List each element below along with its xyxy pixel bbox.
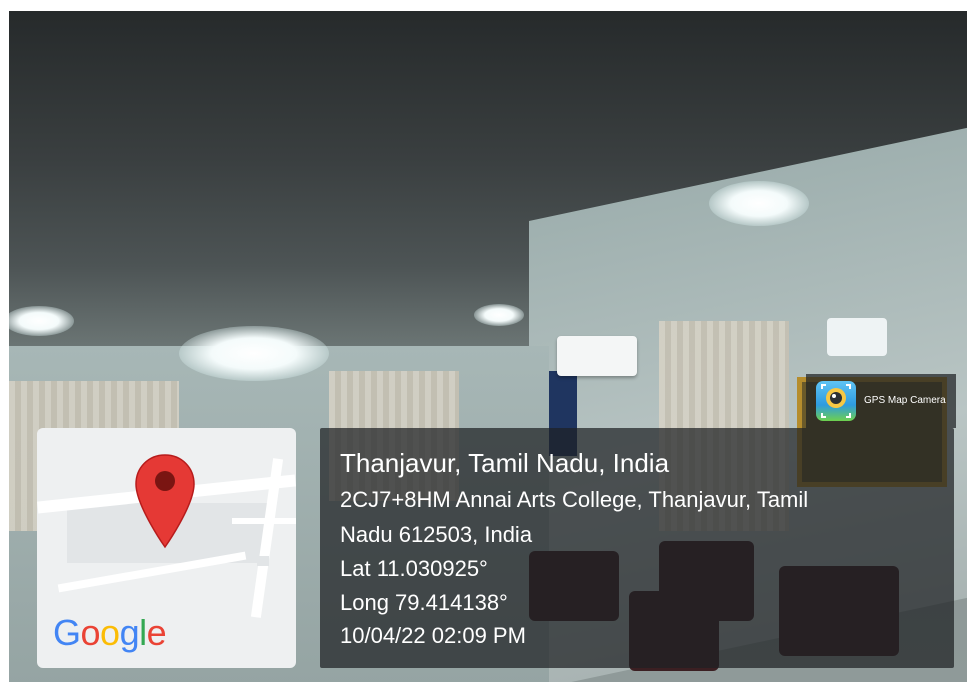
gps-map-camera-icon bbox=[816, 381, 856, 421]
camera-lens-icon bbox=[821, 384, 851, 418]
ceiling-light bbox=[9, 306, 74, 336]
app-badge: GPS Map Camera bbox=[806, 374, 956, 428]
datetime: 10/04/22 02:09 PM bbox=[340, 623, 526, 648]
map-block bbox=[237, 533, 252, 545]
wall-device bbox=[827, 318, 887, 356]
google-logo-letter: l bbox=[139, 612, 147, 653]
address-line-1: 2CJ7+8HM Annai Arts College, Thanjavur, … bbox=[340, 487, 809, 512]
google-logo: Google bbox=[53, 612, 167, 654]
google-logo-letter: o bbox=[100, 612, 120, 653]
longitude: Long 79.414138° bbox=[340, 590, 508, 615]
map-thumbnail[interactable]: Google bbox=[37, 428, 296, 668]
map-road bbox=[232, 518, 296, 524]
google-logo-letter: G bbox=[53, 612, 81, 653]
air-conditioner bbox=[557, 336, 637, 376]
location-info-panel: Thanjavur, Tamil Nadu, India 2CJ7+8HM An… bbox=[320, 428, 954, 668]
ceiling-light bbox=[474, 304, 524, 326]
ceiling-light bbox=[179, 326, 329, 381]
map-pin-icon bbox=[135, 454, 195, 549]
ceiling-light bbox=[709, 181, 809, 226]
latitude: Lat 11.030925° bbox=[340, 556, 488, 581]
google-logo-letter: o bbox=[80, 612, 101, 653]
location-title: Thanjavur, Tamil Nadu, India bbox=[340, 448, 670, 478]
address-line-2: Nadu 612503, India bbox=[340, 522, 533, 547]
google-logo-letter: g bbox=[119, 612, 140, 653]
google-logo-letter: e bbox=[146, 612, 167, 653]
map-block bbox=[257, 556, 269, 566]
app-name: GPS Map Camera bbox=[864, 395, 946, 406]
